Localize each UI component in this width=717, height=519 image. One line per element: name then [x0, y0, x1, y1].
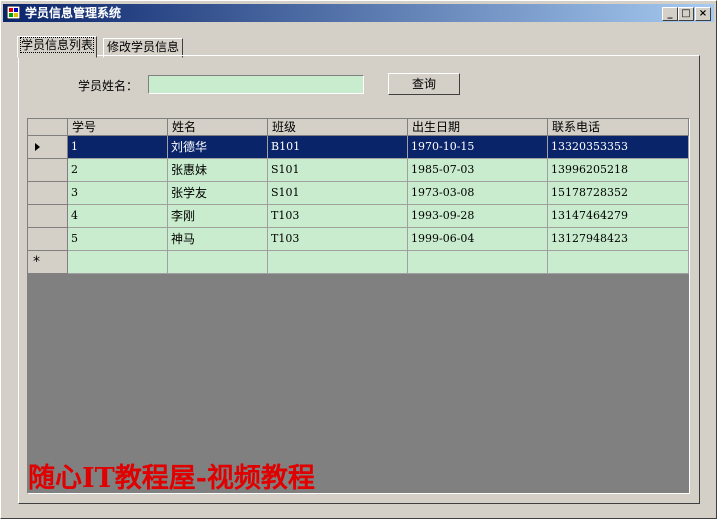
table-cell[interactable]: 13320353353	[548, 136, 689, 159]
new-row-header[interactable]: *	[28, 251, 68, 274]
new-row-marker: *	[33, 254, 40, 270]
table-cell[interactable]: 15178728352	[548, 182, 689, 205]
table-cell[interactable]: 13147464279	[548, 205, 689, 228]
table-cell[interactable]: T103	[268, 228, 408, 251]
grid-corner-header[interactable]	[28, 119, 68, 136]
new-row-cell[interactable]	[548, 251, 689, 274]
tab-student-list[interactable]: 学员信息列表	[17, 36, 98, 58]
table-cell[interactable]: 1985-07-03	[408, 159, 548, 182]
table-cell[interactable]: 1973-03-08	[408, 182, 548, 205]
table-cell[interactable]: 张学友	[168, 182, 268, 205]
new-row-cell[interactable]	[68, 251, 168, 274]
column-header[interactable]: 学号	[68, 119, 168, 136]
table-cell[interactable]: 1	[68, 136, 168, 159]
table-cell[interactable]: 1970-10-15	[408, 136, 548, 159]
column-header[interactable]: 班级	[268, 119, 408, 136]
row-header[interactable]	[28, 228, 68, 251]
table-cell[interactable]: 1993-09-28	[408, 205, 548, 228]
app-icon	[7, 6, 20, 19]
table-cell[interactable]: 张惠妹	[168, 159, 268, 182]
column-header[interactable]: 出生日期	[408, 119, 548, 136]
tab-label: 修改学员信息	[107, 40, 180, 54]
row-header[interactable]	[28, 205, 68, 228]
table-cell[interactable]: 1999-06-04	[408, 228, 548, 251]
table-cell[interactable]: 13996205218	[548, 159, 689, 182]
table-cell[interactable]: 神马	[168, 228, 268, 251]
table-cell[interactable]: 2	[68, 159, 168, 182]
column-header[interactable]: 姓名	[168, 119, 268, 136]
table-cell[interactable]: 李刚	[168, 205, 268, 228]
new-row-cell[interactable]	[408, 251, 548, 274]
table-cell[interactable]: S101	[268, 182, 408, 205]
current-row-arrow-icon	[35, 143, 40, 151]
row-header[interactable]	[28, 136, 68, 159]
minimize-button[interactable]: _	[662, 7, 678, 21]
tab-label: 学员信息列表	[19, 37, 95, 53]
window-title: 学员信息管理系统	[25, 6, 122, 20]
new-row-cell[interactable]	[268, 251, 408, 274]
student-data-grid[interactable]: 学号 姓名 班级 出生日期 联系电话 1 刘德华 B101 1970-10-15 13320353…	[27, 118, 690, 494]
table-cell[interactable]: S101	[268, 159, 408, 182]
query-button[interactable]: 查询	[388, 73, 460, 95]
column-header[interactable]: 联系电话	[548, 119, 689, 136]
new-row-cell[interactable]	[168, 251, 268, 274]
row-header[interactable]	[28, 159, 68, 182]
table-cell[interactable]: 刘德华	[168, 136, 268, 159]
name-label: 学员姓名：	[78, 79, 139, 93]
table-cell[interactable]: 3	[68, 182, 168, 205]
row-header[interactable]	[28, 182, 68, 205]
close-button[interactable]: ×	[695, 7, 711, 21]
table-cell[interactable]: 4	[68, 205, 168, 228]
maximize-button[interactable]: □	[678, 7, 694, 21]
table-cell[interactable]: 13127948423	[548, 228, 689, 251]
table-cell[interactable]: 5	[68, 228, 168, 251]
watermark-text: 随心IT教程屋-视频教程	[28, 463, 315, 494]
table-cell[interactable]: T103	[268, 205, 408, 228]
table-cell[interactable]: B101	[268, 136, 408, 159]
title-bar[interactable]: 学员信息管理系统 _ □ ×	[3, 4, 714, 22]
name-search-input[interactable]	[148, 75, 364, 94]
